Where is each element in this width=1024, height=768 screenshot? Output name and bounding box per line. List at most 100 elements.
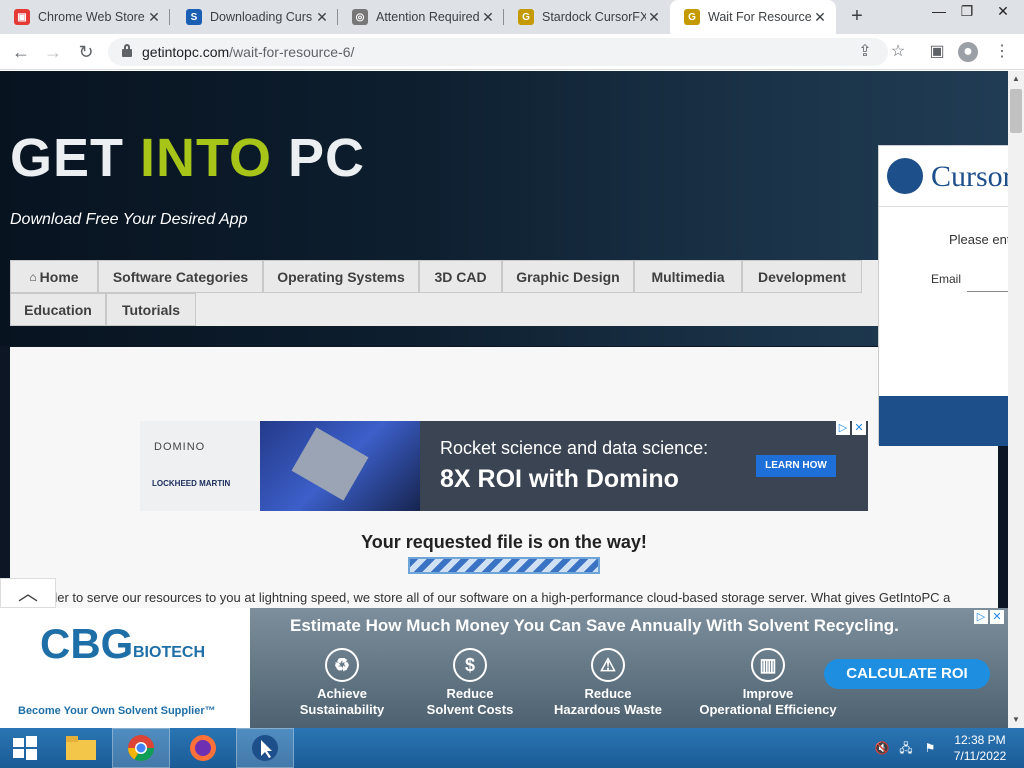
cursorfx-taskbar-button[interactable] bbox=[236, 728, 294, 768]
url-text: getintopc.com/wait-for-resource-6/ bbox=[142, 44, 355, 60]
home-icon: ⌂ bbox=[29, 269, 37, 284]
popup-submit-button[interactable] bbox=[879, 396, 1024, 446]
tab-wait-for-resource[interactable]: G Wait For Resource ✕ bbox=[670, 0, 836, 34]
hand-leaf-icon: ♻ bbox=[325, 648, 359, 682]
page-viewport: GET INTO PC Download Free Your Desired A… bbox=[0, 71, 1008, 728]
cursor-icon bbox=[252, 735, 278, 761]
new-tab-button[interactable]: + bbox=[846, 5, 868, 27]
chrome-store-icon: ▣ bbox=[14, 9, 30, 25]
tab-title: Downloading Curs bbox=[210, 10, 313, 24]
site-tagline: Download Free Your Desired App bbox=[10, 211, 248, 228]
cursor-signup-popup: Cursor Please enter Email bbox=[878, 145, 1024, 446]
nav-home[interactable]: ⌂ Home bbox=[10, 260, 98, 293]
cbg-headline: Estimate How Much Money You Can Save Ann… bbox=[290, 616, 899, 635]
adchoices-icon[interactable]: ▷ bbox=[836, 421, 850, 435]
lock-icon[interactable] bbox=[122, 44, 132, 57]
feature-hazardous-waste: ⚠ Reduce Hazardous Waste bbox=[548, 648, 668, 724]
chrome-taskbar-button[interactable] bbox=[112, 728, 170, 768]
windows-logo-icon bbox=[13, 736, 37, 760]
tab-title: Attention Required bbox=[376, 10, 480, 24]
address-bar[interactable]: getintopc.com/wait-for-resource-6/ bbox=[108, 38, 888, 66]
chevron-up-icon: ︿ bbox=[18, 583, 38, 605]
close-tab-icon[interactable]: ✕ bbox=[646, 9, 662, 26]
popup-title: Cursor bbox=[931, 160, 1013, 193]
nav-multimedia[interactable]: Multimedia bbox=[634, 260, 742, 293]
windows-taskbar: 🔇 🖧 ⚑ 12:38 PM 7/11/2022 bbox=[0, 728, 1024, 768]
cursor-logo-icon bbox=[887, 158, 923, 194]
nav-graphic-design[interactable]: Graphic Design bbox=[502, 260, 634, 293]
tab-downloading[interactable]: S Downloading Curs ✕ bbox=[172, 0, 338, 34]
network-icon[interactable]: 🖧 bbox=[898, 740, 914, 756]
site-nav-menu: ⌂ Home Software Categories Operating Syst… bbox=[10, 260, 1000, 326]
side-panel-icon[interactable]: ▣ bbox=[927, 42, 947, 62]
globe-icon: ◎ bbox=[352, 9, 368, 25]
domino-ad-banner[interactable]: DOMINO LOCKHEED MARTIN Rocket science an… bbox=[140, 421, 868, 511]
ad-close-icon[interactable]: ✕ bbox=[852, 421, 866, 435]
lockheed-logo: LOCKHEED MARTIN bbox=[152, 479, 231, 488]
domino-logo: DOMINO bbox=[154, 441, 206, 453]
tab-stardock-cursorfx[interactable]: G Stardock CursorFX ✕ bbox=[504, 0, 670, 34]
download-progress-bar bbox=[408, 557, 600, 574]
browser-toolbar: ← → ↻ getintopc.com/wait-for-resource-6/… bbox=[0, 34, 1024, 70]
scroll-down-arrow[interactable]: ▼ bbox=[1008, 712, 1024, 728]
ad-headline-2: 8X ROI with Domino bbox=[440, 465, 679, 493]
nav-3d-cad[interactable]: 3D CAD bbox=[419, 260, 502, 293]
cbg-biotech-ad[interactable]: CBG BIOTECH Become Your Own Solvent Supp… bbox=[0, 608, 1008, 728]
tab-title: Wait For Resource bbox=[708, 10, 812, 24]
chrome-icon bbox=[127, 735, 155, 762]
cbg-logo-panel: CBG BIOTECH Become Your Own Solvent Supp… bbox=[0, 608, 250, 728]
firefox-taskbar-button[interactable] bbox=[174, 728, 232, 768]
tab-attention-required[interactable]: ◎ Attention Required ✕ bbox=[338, 0, 504, 34]
nav-operating-systems[interactable]: Operating Systems bbox=[263, 260, 419, 293]
getintopc-icon: G bbox=[684, 9, 700, 25]
tab-chrome-web-store[interactable]: ▣ Chrome Web Store ✕ bbox=[0, 0, 170, 34]
learn-how-button[interactable]: LEARN HOW bbox=[756, 455, 836, 477]
close-tab-icon[interactable]: ✕ bbox=[146, 9, 162, 26]
tab-title: Chrome Web Store bbox=[38, 10, 145, 24]
scroll-thumb[interactable] bbox=[1010, 89, 1022, 133]
tab-title: Stardock CursorFX bbox=[542, 10, 646, 24]
nav-education[interactable]: Education bbox=[10, 293, 106, 326]
bookmark-star-icon[interactable]: ☆ bbox=[888, 42, 908, 62]
volume-muted-icon[interactable]: 🔇 bbox=[874, 740, 890, 756]
file-explorer-button[interactable] bbox=[52, 728, 110, 768]
cbg-biotech-text: BIOTECH bbox=[133, 644, 205, 661]
adchoices-icon[interactable]: ▷ bbox=[974, 610, 988, 624]
file-on-way-heading: Your requested file is on the way! bbox=[361, 532, 647, 552]
reload-button[interactable]: ↻ bbox=[74, 40, 98, 64]
calculate-roi-button[interactable]: CALCULATE ROI bbox=[824, 659, 990, 689]
cbg-tagline: Become Your Own Solvent Supplier™ bbox=[18, 705, 216, 717]
ad-headline-1: Rocket science and data science: bbox=[440, 438, 709, 458]
profile-avatar-icon[interactable]: ● bbox=[958, 42, 978, 62]
cbg-logo: CBG bbox=[40, 620, 134, 667]
email-label: Email bbox=[931, 272, 962, 286]
ad-brand-panel: DOMINO LOCKHEED MARTIN bbox=[140, 421, 260, 511]
description-text: der to serve our resources to you at lig… bbox=[50, 590, 951, 605]
restore-button[interactable]: ❐ bbox=[950, 0, 984, 34]
close-tab-icon[interactable]: ✕ bbox=[480, 9, 496, 26]
dollar-icon: $ bbox=[453, 648, 487, 682]
feature-solvent-costs: $ Reduce Solvent Costs bbox=[410, 648, 530, 724]
taskbar-clock[interactable]: 12:38 PM 7/11/2022 bbox=[950, 732, 1010, 764]
site-logo[interactable]: GET INTO PC bbox=[10, 127, 365, 189]
nav-tutorials[interactable]: Tutorials bbox=[106, 293, 196, 326]
scroll-up-arrow[interactable]: ▲ bbox=[1008, 71, 1024, 87]
scroll-to-top-button[interactable]: ︿ bbox=[0, 578, 56, 608]
page-scrollbar[interactable]: ▲ ▼ bbox=[1008, 71, 1024, 728]
close-window-button[interactable]: ✕ bbox=[986, 0, 1020, 34]
hazard-bin-icon: ⚠ bbox=[591, 648, 625, 682]
back-button[interactable]: ← bbox=[9, 40, 33, 64]
menu-kebab-icon[interactable]: ⋮ bbox=[992, 42, 1012, 62]
feature-sustainability: ♻ Achieve Sustainability bbox=[282, 648, 402, 724]
close-tab-icon[interactable]: ✕ bbox=[812, 9, 828, 26]
action-center-icon[interactable]: ⚑ bbox=[922, 740, 938, 756]
nav-software-categories[interactable]: Software Categories bbox=[98, 260, 263, 293]
nav-development[interactable]: Development bbox=[742, 260, 862, 293]
ad-close-icon[interactable]: ✕ bbox=[990, 610, 1004, 624]
getintopc-icon: G bbox=[518, 9, 534, 25]
share-icon[interactable]: ⇪ bbox=[855, 42, 875, 62]
bar-chart-icon: ▥ bbox=[751, 648, 785, 682]
forward-button[interactable]: → bbox=[41, 40, 65, 64]
start-button[interactable] bbox=[0, 728, 50, 768]
close-tab-icon[interactable]: ✕ bbox=[314, 9, 330, 26]
